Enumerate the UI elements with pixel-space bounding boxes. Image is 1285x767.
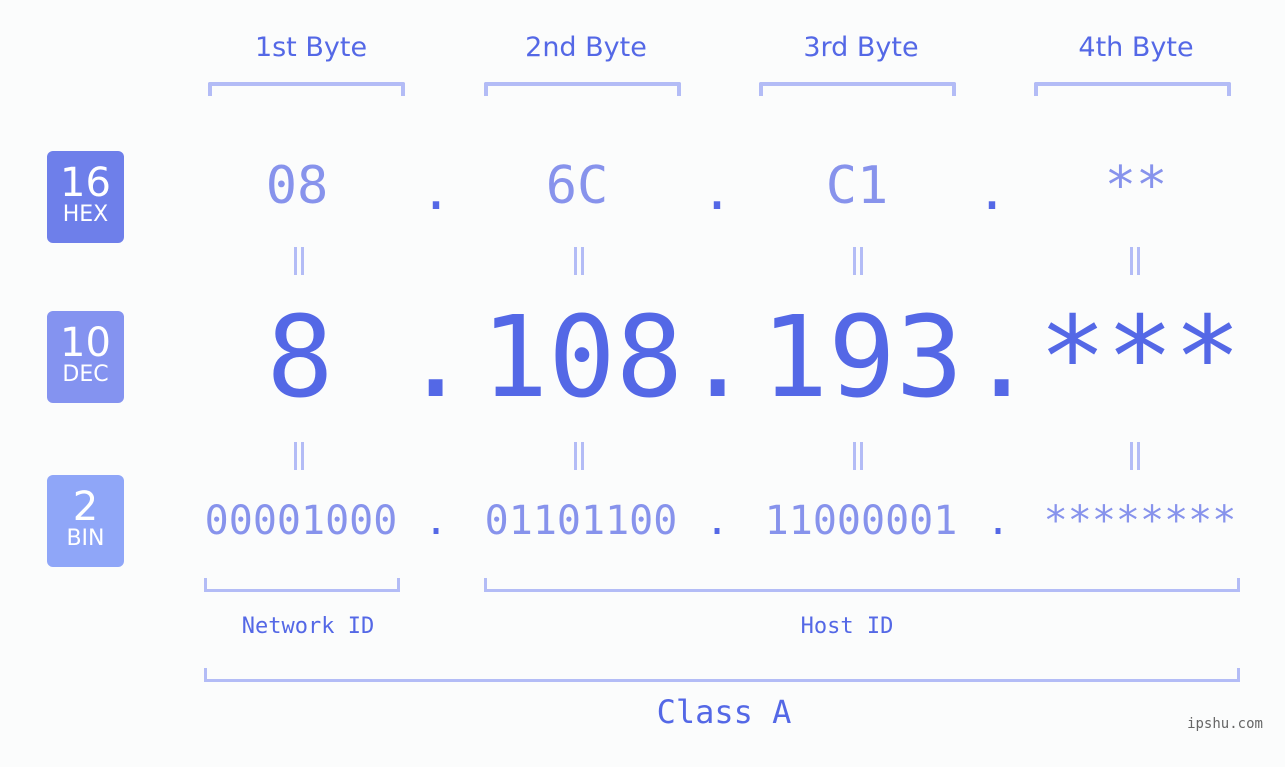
- hex-separator-2: .: [701, 162, 733, 222]
- equals-icon: [572, 442, 586, 470]
- hex-byte-1: 08: [265, 156, 329, 216]
- equals-icon: [851, 247, 865, 275]
- byte-bracket-4: [1034, 82, 1231, 96]
- network-id-label: Network ID: [241, 614, 375, 639]
- dec-byte-2: 108: [480, 293, 684, 423]
- dec-byte-4: ***: [1038, 293, 1242, 423]
- hex-byte-2: 6C: [545, 156, 609, 216]
- byte-bracket-1: [208, 82, 405, 96]
- network-id-bracket: [204, 578, 400, 592]
- bin-badge-label: BIN: [66, 526, 105, 551]
- watermark: ipshu.com: [1187, 716, 1263, 732]
- bin-badge-base: 2: [72, 484, 99, 530]
- bin-byte-3: 11000001: [764, 498, 958, 544]
- bin-separator-1: .: [423, 498, 449, 544]
- class-label: Class A: [656, 693, 792, 731]
- hex-badge-label: HEX: [62, 202, 109, 227]
- bin-byte-4: ********: [1043, 498, 1237, 544]
- byte-bracket-3: [759, 82, 956, 96]
- dec-byte-1: 8: [266, 293, 334, 423]
- equals-icon: [292, 247, 306, 275]
- dec-separator-2: .: [684, 293, 752, 423]
- bin-byte-2: 01101100: [484, 498, 678, 544]
- dec-badge-base: 10: [60, 320, 111, 366]
- hex-separator-3: .: [976, 162, 1008, 222]
- byte-label-3: 3rd Byte: [803, 32, 919, 63]
- bin-byte-1: 00001000: [204, 498, 398, 544]
- equals-icon: [851, 442, 865, 470]
- class-bracket: [204, 668, 1240, 682]
- byte-label-1: 1st Byte: [254, 32, 368, 63]
- host-id-label: Host ID: [800, 614, 894, 639]
- hex-badge: 16 HEX: [47, 151, 124, 243]
- hex-byte-4: **: [1104, 156, 1168, 216]
- dec-byte-3: 193: [760, 293, 964, 423]
- equals-icon: [292, 442, 306, 470]
- hex-byte-3: C1: [825, 156, 889, 216]
- byte-label-4: 4th Byte: [1078, 32, 1194, 63]
- hex-badge-base: 16: [60, 160, 111, 206]
- dec-separator-3: .: [968, 293, 1036, 423]
- host-id-bracket: [484, 578, 1240, 592]
- equals-icon: [1128, 247, 1142, 275]
- hex-separator-1: .: [420, 162, 452, 222]
- byte-label-2: 2nd Byte: [525, 32, 647, 63]
- byte-bracket-2: [484, 82, 681, 96]
- dec-badge: 10 DEC: [47, 311, 124, 403]
- equals-icon: [1128, 442, 1142, 470]
- bin-badge: 2 BIN: [47, 475, 124, 567]
- dec-separator-1: .: [402, 293, 470, 423]
- dec-badge-label: DEC: [62, 362, 109, 387]
- equals-icon: [572, 247, 586, 275]
- bin-separator-3: .: [985, 498, 1011, 544]
- bin-separator-2: .: [704, 498, 730, 544]
